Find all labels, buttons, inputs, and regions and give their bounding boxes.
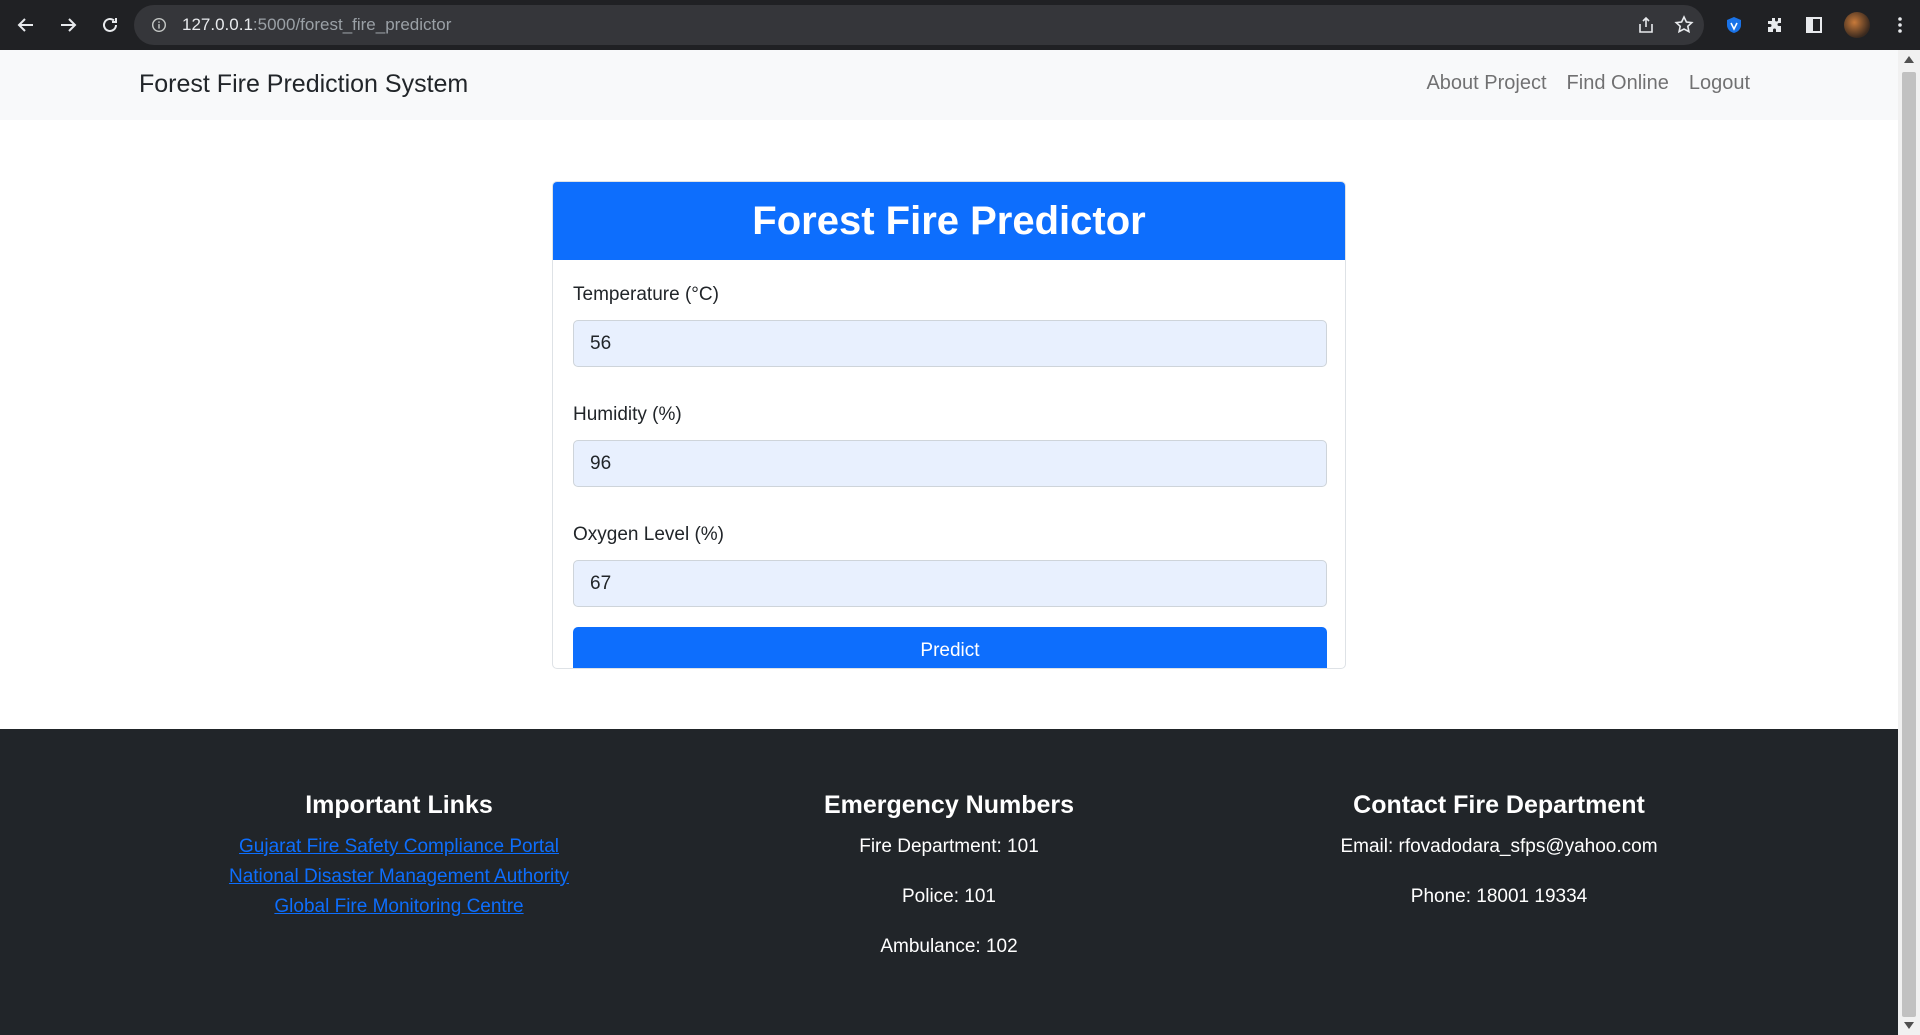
reload-icon [103, 17, 117, 32]
oxygen-level-label: Oxygen Level (%) [573, 524, 725, 545]
predictor-card: Forest Fire Predictor Temperature (°C) H… [552, 181, 1346, 669]
share-icon[interactable] [1636, 15, 1656, 35]
site-info-icon[interactable] [150, 16, 168, 34]
forward-arrow-icon [61, 18, 77, 32]
navbar: Forest Fire Prediction System About Proj… [0, 50, 1898, 120]
contact-email: Email: rfovadodara_sfps@yahoo.com [1340, 836, 1658, 857]
scroll-down-arrow[interactable] [1904, 1022, 1914, 1029]
footer-contact: Contact Fire Department Email: rfovadoda… [1279, 791, 1719, 932]
puzzle-extensions-icon[interactable] [1764, 15, 1784, 35]
card-title: Forest Fire Predictor [752, 198, 1146, 243]
back-button[interactable] [6, 5, 46, 45]
url-text[interactable]: 127.0.0.1:5000/forest_fire_predictor [182, 15, 451, 35]
footer-important-links: Important Links Gujarat Fire Safety Comp… [179, 791, 619, 922]
nav-link-find-online[interactable]: Find Online [1567, 72, 1669, 95]
menu-kebab-icon[interactable] [1890, 15, 1910, 35]
oxygen-level-input[interactable] [573, 560, 1327, 607]
predictor-form: Temperature (°C) Humidity (%) Oxygen Lev… [553, 260, 1345, 668]
page-scrollbar[interactable] [1898, 50, 1920, 1035]
contact-phone: Phone: 18001 19334 [1410, 886, 1588, 907]
temperature-input[interactable] [573, 320, 1327, 367]
scroll-up-arrow[interactable] [1904, 56, 1914, 63]
nav-link-about-project[interactable]: About Project [1426, 72, 1546, 95]
extension-area [1724, 5, 1910, 45]
profile-avatar[interactable] [1844, 12, 1870, 38]
contact-heading: Contact Fire Department [1353, 791, 1645, 819]
forward-button[interactable] [48, 5, 88, 45]
card-header: Forest Fire Predictor [553, 182, 1345, 260]
emergency-numbers-heading: Emergency Numbers [823, 791, 1075, 819]
shield-extension-icon[interactable] [1724, 15, 1744, 35]
predict-button[interactable]: Predict [573, 627, 1327, 668]
nav-links: About Project Find Online Logout [1426, 72, 1750, 95]
side-panel-icon[interactable] [1804, 15, 1824, 35]
address-bar[interactable]: 127.0.0.1:5000/forest_fire_predictor [134, 5, 1704, 45]
url-host: 127.0.0.1 [182, 15, 253, 34]
emergency-police: Police: 101 [901, 886, 996, 907]
url-path: :5000/forest_fire_predictor [252, 15, 452, 34]
scrollbar-thumb[interactable] [1902, 72, 1916, 1017]
browser-toolbar: 127.0.0.1:5000/forest_fire_predictor [0, 0, 1920, 50]
page-viewport: Forest Fire Prediction System About Proj… [0, 50, 1898, 1035]
link-global-fire-monitoring[interactable]: Global Fire Monitoring Centre [179, 892, 619, 922]
reload-button[interactable] [90, 5, 130, 45]
link-ndma[interactable]: National Disaster Management Authority [179, 862, 619, 892]
back-arrow-icon [17, 18, 33, 32]
temperature-label: Temperature (°C) [573, 284, 719, 305]
important-links-heading: Important Links [305, 791, 493, 819]
footer: Important Links Gujarat Fire Safety Comp… [0, 729, 1898, 1035]
emergency-fire-department: Fire Department: 101 [859, 836, 1039, 857]
footer-emergency-numbers: Emergency Numbers Fire Department: 101 P… [729, 791, 1169, 982]
humidity-input[interactable] [573, 440, 1327, 487]
nav-link-logout[interactable]: Logout [1689, 72, 1750, 95]
humidity-label: Humidity (%) [573, 404, 682, 425]
emergency-ambulance: Ambulance: 102 [880, 936, 1018, 957]
navbar-brand[interactable]: Forest Fire Prediction System [139, 70, 468, 99]
bookmark-star-icon[interactable] [1674, 15, 1694, 35]
link-gujarat-fire-safety[interactable]: Gujarat Fire Safety Compliance Portal [179, 832, 619, 862]
